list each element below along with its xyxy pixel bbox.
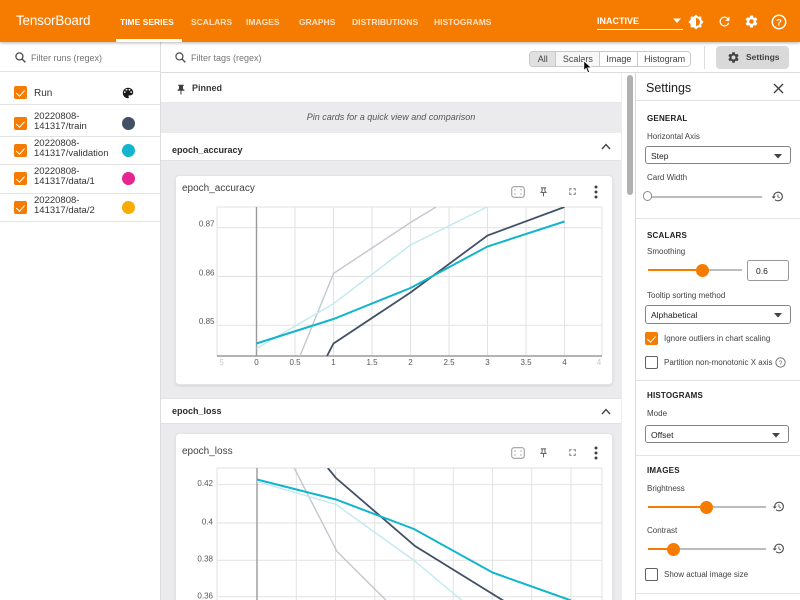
svg-text:4: 4 [597,358,602,367]
svg-text:2: 2 [408,358,413,367]
svg-text:3.5: 3.5 [520,358,532,367]
svg-text:3: 3 [485,358,490,367]
svg-text:0.85: 0.85 [199,317,215,326]
svg-text:?: ? [776,17,782,28]
svg-text:4: 4 [562,358,567,367]
svg-text:0.4: 0.4 [202,518,214,527]
svg-text:0.87: 0.87 [199,219,215,228]
svg-text:5: 5 [219,358,224,367]
svg-text:1.5: 1.5 [366,358,378,367]
svg-text:0.38: 0.38 [197,555,213,564]
svg-text:0.42: 0.42 [197,479,213,488]
svg-text:0.36: 0.36 [197,591,213,600]
svg-text:2.5: 2.5 [443,358,455,367]
svg-text:0.5: 0.5 [289,358,301,367]
svg-text:0: 0 [254,358,259,367]
svg-text:?: ? [779,360,783,367]
svg-text:1: 1 [331,358,336,367]
svg-text:0.86: 0.86 [199,268,215,277]
